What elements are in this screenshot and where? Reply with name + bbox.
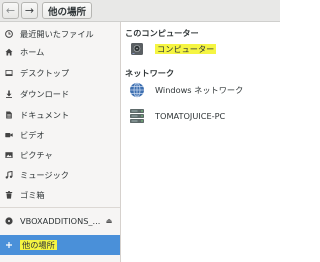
forward-button[interactable]: → (21, 2, 38, 19)
path-label: 他の場所 (48, 6, 87, 18)
sidebar-item-label: ホーム (20, 47, 45, 57)
sidebar-item-recent[interactable]: 最近開いたファイル (0, 25, 120, 43)
sidebar-item-label: デスクトップ (20, 68, 70, 78)
server-icon (129, 108, 145, 124)
picture-icon (5, 151, 13, 159)
sidebar-item-videos[interactable]: ビデオ (0, 126, 120, 144)
location-row-computer[interactable]: コンピューター (121, 38, 280, 60)
back-button[interactable]: ← (2, 2, 19, 19)
desktop-icon (5, 69, 13, 77)
sidebar-item-label: ゴミ箱 (20, 190, 45, 200)
sidebar-item-music[interactable]: ミュージック (0, 166, 120, 184)
sidebar-item-home[interactable]: ホーム (0, 43, 120, 61)
location-row-tomatojuice-pc[interactable]: TOMATOJUICE-PC (121, 105, 280, 127)
location-label: Windows ネットワーク (155, 85, 244, 95)
sidebar-item-label: ドキュメント (20, 110, 70, 120)
drive-icon (129, 41, 145, 57)
sidebar-item-label-wrapper: 他の場所 (20, 239, 120, 251)
music-icon (5, 171, 13, 179)
sidebar-item-label: ミュージック (20, 170, 69, 180)
sidebar-item-pictures[interactable]: ピクチャ (0, 146, 120, 164)
sidebar-item-desktop[interactable]: デスクトップ (0, 64, 120, 82)
location-label: TOMATOJUICE-PC (155, 111, 226, 121)
sidebar-item-label: ダウンロード (20, 89, 70, 99)
eject-icon[interactable]: ⏏ (105, 217, 113, 225)
home-icon (5, 48, 13, 56)
video-icon (5, 131, 13, 139)
sidebar-item-label: ピクチャ (20, 150, 53, 160)
sidebar-item-label: 他の場所 (20, 240, 57, 250)
sidebar-item-downloads[interactable]: ダウンロード (0, 85, 120, 103)
clock-icon (5, 30, 13, 38)
chevron-left-icon: ← (5, 4, 16, 17)
sidebar-item-documents[interactable]: ドキュメント (0, 106, 120, 124)
sidebar: 最近開いたファイル ホーム デスクトップ ダウンロード ドキュメント ビデオ ピ… (0, 22, 121, 262)
location-label: コンピューター (155, 44, 217, 54)
network-globe-icon (129, 82, 145, 98)
sidebar-item-trash[interactable]: ゴミ箱 (0, 186, 120, 204)
sidebar-separator (0, 207, 120, 208)
sidebar-item-label: VBOXADDITIONS_... (20, 216, 101, 226)
sidebar-item-label: ビデオ (20, 130, 45, 140)
sidebar-item-vboxadditions[interactable]: VBOXADDITIONS_... ⏏ (0, 212, 120, 230)
main-content: このコンピューター コンピューター ネットワーク Windows ネットワーク (121, 22, 280, 262)
location-label-wrapper: コンピューター (155, 43, 217, 55)
plus-icon (5, 241, 13, 249)
location-row-windows-network[interactable]: Windows ネットワーク (121, 79, 280, 101)
path-bar-button[interactable]: 他の場所 (42, 2, 93, 19)
document-icon (5, 111, 13, 119)
sidebar-item-other-locations[interactable]: 他の場所 (0, 235, 120, 255)
sidebar-item-label: 最近開いたファイル (20, 29, 94, 39)
file-manager-window: ← → 他の場所 最近開いたファイル ホーム デスクトップ ダウンロード ドキュ… (0, 0, 280, 262)
chevron-right-icon: → (24, 4, 35, 17)
trash-icon (5, 191, 13, 199)
section-header-network: ネットワーク (125, 68, 175, 78)
toolbar: ← → 他の場所 (0, 0, 280, 22)
download-icon (5, 90, 13, 98)
disc-icon (5, 217, 13, 225)
